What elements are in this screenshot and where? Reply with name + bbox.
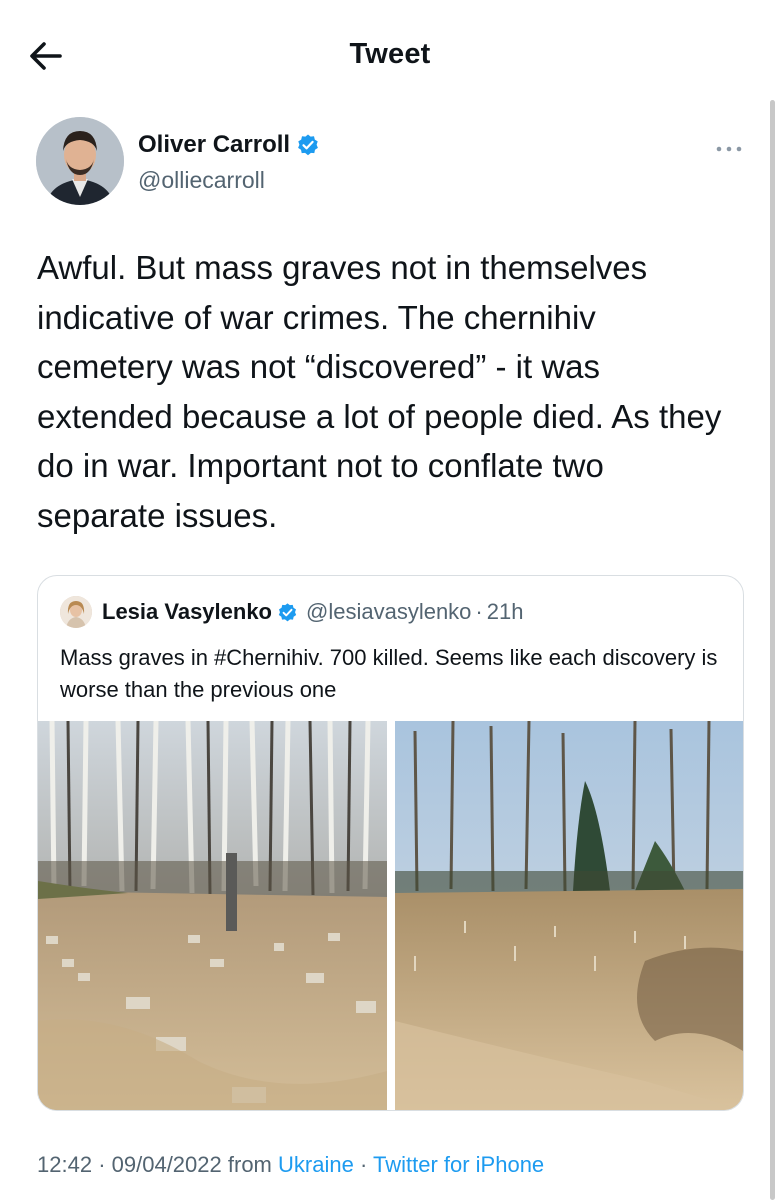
tweet-text: Awful. But mass graves not in themselves… [37, 249, 722, 534]
author-name[interactable]: Oliver Carroll [138, 131, 290, 159]
verified-badge-icon [298, 134, 318, 156]
tweet-time: 12:42 [37, 1152, 93, 1177]
avatar-image [36, 117, 124, 205]
tweet-date: 09/04/2022 [111, 1152, 222, 1177]
separator-dot: · [475, 599, 483, 624]
author-handle[interactable]: @olliecarroll [138, 167, 265, 194]
client-link[interactable]: Twitter for iPhone [373, 1152, 544, 1177]
quoted-avatar [60, 596, 92, 628]
quoted-tweet-text: Mass graves in #Chernihiv. 700 killed. S… [60, 645, 718, 702]
quoted-author-handle: @lesiavasylenko [306, 599, 472, 624]
quoted-timestamp: 21h [486, 599, 524, 624]
separator-dot: · [359, 1152, 368, 1177]
scrollbar[interactable] [770, 100, 775, 1200]
more-horizontal-icon [716, 146, 742, 152]
quoted-tweet[interactable]: Lesia Vasylenko @lesiavasylenko · 21h Ma… [37, 575, 744, 1111]
more-options-button[interactable] [714, 139, 744, 159]
tweet-metadata: 12:42 · 09/04/2022 from Ukraine · Twitte… [37, 1152, 544, 1178]
page-title: Tweet [349, 38, 431, 70]
grave-site-photo-2[interactable] [395, 721, 743, 1110]
tweet-author: Oliver Carroll @olliecarroll [36, 117, 742, 207]
author-name-row: Oliver Carroll [138, 131, 320, 159]
quoted-author-name: Lesia Vasylenko [102, 599, 272, 624]
verified-badge-icon [278, 602, 297, 621]
top-bar: Tweet [0, 0, 780, 112]
quoted-tweet-header: Lesia Vasylenko @lesiavasylenko · 21h [60, 596, 523, 628]
grave-site-photo-1[interactable] [38, 721, 387, 1110]
separator-dot: · [98, 1152, 106, 1177]
media-grid [38, 721, 743, 1110]
avatar[interactable] [36, 117, 124, 205]
location-link[interactable]: Ukraine [278, 1152, 354, 1177]
from-label: from [227, 1152, 272, 1177]
